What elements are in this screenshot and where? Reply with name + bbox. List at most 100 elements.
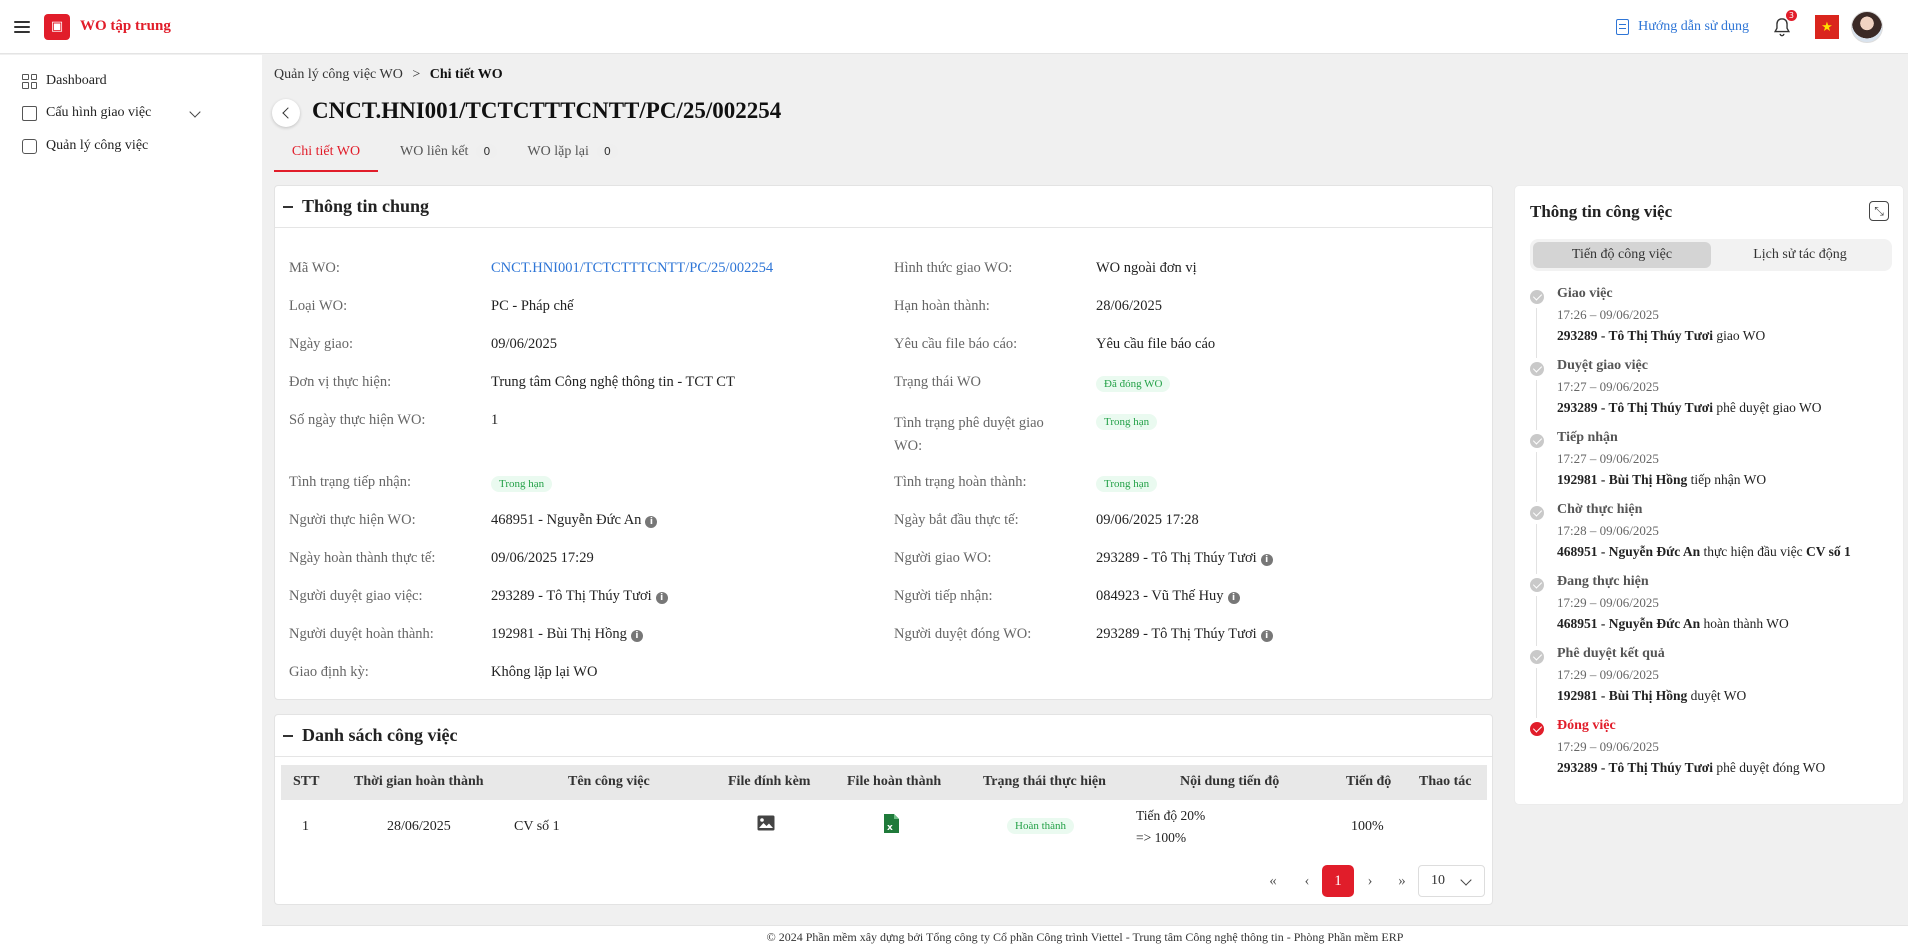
field-label: Số ngày thực hiện WO:: [289, 412, 426, 428]
info-icon[interactable]: i: [1260, 554, 1273, 566]
page-1-button[interactable]: 1: [1322, 865, 1354, 897]
breadcrumb-current: Chi tiết WO: [429, 67, 503, 82]
footer: © 2024 Phần mềm xây dựng bởi Tổng công t…: [262, 925, 1908, 947]
sidebar-item-work-management[interactable]: Quản lý công việc: [22, 138, 148, 154]
sidebar-item-dashboard[interactable]: Dashboard: [22, 73, 107, 89]
timeline-description: 468951 - Nguyễn Đức An thực hiện đầu việ…: [1557, 544, 1851, 560]
briefcase-icon: [22, 138, 37, 154]
prev-page-button[interactable]: ‹: [1294, 865, 1320, 897]
breadcrumb-separator: >: [412, 67, 421, 82]
field-value: 084923 - Vũ Thế Huy i: [1096, 588, 1240, 605]
check-circle-icon: [1530, 578, 1544, 592]
tab-recurring-wo[interactable]: WO lặp lại 0: [527, 140, 618, 172]
tab-action-history[interactable]: Lịch sử tác động: [1711, 242, 1889, 268]
collapse-icon: [283, 734, 293, 737]
cell-task-name: CV số 1: [514, 819, 560, 834]
field-value: Trung tâm Công nghệ thông tin - TCT CT: [491, 374, 735, 390]
info-icon[interactable]: i: [645, 516, 658, 528]
timeline-time: 17:29 – 09/06/2025: [1557, 595, 1659, 610]
timeline-title: Đang thực hiện: [1557, 574, 1649, 589]
field-value: 192981 - Bùi Thị Hồng i: [491, 626, 643, 643]
timeline-connector: [1536, 668, 1537, 718]
next-page-button[interactable]: ›: [1357, 865, 1383, 897]
general-info-header[interactable]: Thông tin chung: [275, 186, 1492, 228]
app-logo[interactable]: ▣: [44, 13, 70, 40]
image-file-icon[interactable]: [757, 815, 775, 836]
cell-progress-note-line-1: Tiến độ 20%: [1136, 808, 1206, 823]
menu-icon[interactable]: [14, 20, 30, 33]
check-circle-icon: [1530, 506, 1544, 520]
field-label: Người duyệt đóng WO:: [894, 626, 1032, 642]
field-label: Người thực hiện WO:: [289, 512, 416, 528]
field-value: Trong hạn: [1096, 413, 1158, 430]
user-avatar[interactable]: [1851, 11, 1883, 43]
collapse-panel-icon[interactable]: ⤡: [1869, 201, 1889, 221]
field-value: Trong hạn: [1096, 475, 1158, 492]
field-label: Đơn vị thực hiện:: [289, 374, 392, 390]
field-value: Không lặp lại WO: [491, 664, 598, 680]
first-page-button[interactable]: «: [1260, 865, 1286, 897]
chevron-down-icon[interactable]: [189, 106, 201, 118]
field-label: Người duyệt hoàn thành:: [289, 626, 434, 642]
field-value: 468951 - Nguyễn Đức An i: [491, 512, 658, 529]
field-label: Người duyệt giao việc:: [289, 588, 423, 604]
timeline-action: hoàn thành WO: [1700, 616, 1789, 631]
info-icon[interactable]: i: [655, 592, 668, 604]
timeline-description: 293289 - Tô Thị Thúy Tươi phê duyệt đóng…: [1557, 760, 1825, 776]
status-badge: Hoàn thành: [1007, 818, 1075, 834]
field-label: Người tiếp nhận:: [894, 588, 993, 604]
wo-code-link[interactable]: CNCT.HNI001/TCTCTTTCNTT/PC/25/002254: [491, 260, 773, 277]
vietnam-flag-icon[interactable]: ★: [1815, 15, 1839, 39]
app-title[interactable]: WO tập trung: [80, 18, 171, 35]
timeline-description: 192981 - Bùi Thị Hồng duyệt WO: [1557, 688, 1746, 704]
sidebar-item-label: Cấu hình giao việc: [46, 105, 152, 120]
timeline-time: 17:27 – 09/06/2025: [1557, 379, 1659, 394]
timeline-time: 17:28 – 09/06/2025: [1557, 523, 1659, 538]
field-value: 28/06/2025: [1096, 298, 1163, 314]
timeline-time: 17:27 – 09/06/2025: [1557, 451, 1659, 466]
field-label: Ngày bắt đầu thực tế:: [894, 512, 1019, 528]
info-icon[interactable]: i: [1227, 592, 1240, 604]
field-label: Loại WO:: [289, 298, 348, 314]
notification-button[interactable]: 3: [1771, 10, 1797, 38]
tab-linked-wo[interactable]: WO liên kết 0: [400, 140, 498, 172]
timeline-description: 293289 - Tô Thị Thúy Tươi giao WO: [1557, 328, 1765, 344]
cell-deadline: 28/06/2025: [387, 819, 451, 834]
breadcrumb-parent[interactable]: Quản lý công việc WO: [274, 67, 403, 82]
timeline-title: Đóng việc: [1557, 718, 1616, 733]
tab-count: 0: [476, 144, 498, 159]
column-header: Nội dung tiến độ: [1180, 774, 1280, 789]
back-button[interactable]: [272, 99, 300, 127]
timeline-action: phê duyệt giao WO: [1713, 400, 1822, 415]
excel-file-icon[interactable]: x: [883, 813, 900, 839]
page-size-select[interactable]: 10: [1418, 865, 1485, 897]
timeline-action: phê duyệt đóng WO: [1713, 760, 1826, 775]
field-label: Tình trạng hoàn thành:: [894, 474, 1027, 490]
sidebar-item-task-config[interactable]: Cấu hình giao việc: [22, 105, 151, 121]
column-header: File đính kèm: [728, 774, 811, 789]
tab-wo-detail[interactable]: Chi tiết WO: [274, 140, 378, 172]
column-header: Tiến độ: [1346, 774, 1392, 789]
field-label: Trạng thái WO: [894, 374, 981, 390]
timeline-actor: 192981 - Bùi Thị Hồng: [1557, 688, 1688, 703]
page-title: CNCT.HNI001/TCTCTTTCNTT/PC/25/002254: [312, 98, 782, 123]
info-icon[interactable]: i: [1260, 630, 1273, 642]
timeline-title: Giao việc: [1557, 286, 1613, 301]
dashboard-icon: [22, 73, 37, 89]
info-icon[interactable]: i: [630, 630, 643, 642]
timeline-action: giao WO: [1713, 328, 1766, 343]
person-name: 468951 - Nguyễn Đức An: [491, 512, 642, 528]
timeline-connector: [1536, 452, 1537, 502]
section-title: Thông tin chung: [302, 196, 430, 216]
section-title: Danh sách công việc: [302, 725, 458, 745]
task-list-header[interactable]: Danh sách công việc: [275, 715, 1492, 757]
person-name: 084923 - Vũ Thế Huy: [1096, 588, 1224, 604]
check-circle-icon: [1530, 362, 1544, 376]
tab-work-progress[interactable]: Tiến độ công việc: [1533, 242, 1711, 268]
timeline-actor: 293289 - Tô Thị Thúy Tươi: [1557, 760, 1714, 775]
field-value: 293289 - Tô Thị Thúy Tươi i: [1096, 550, 1273, 567]
timeline-description: 192981 - Bùi Thị Hồng tiếp nhận WO: [1557, 472, 1766, 488]
last-page-button[interactable]: »: [1389, 865, 1415, 897]
user-guide-link[interactable]: Hướng dẫn sử dụng: [1616, 19, 1749, 35]
status-badge: Trong hạn: [1096, 476, 1158, 492]
